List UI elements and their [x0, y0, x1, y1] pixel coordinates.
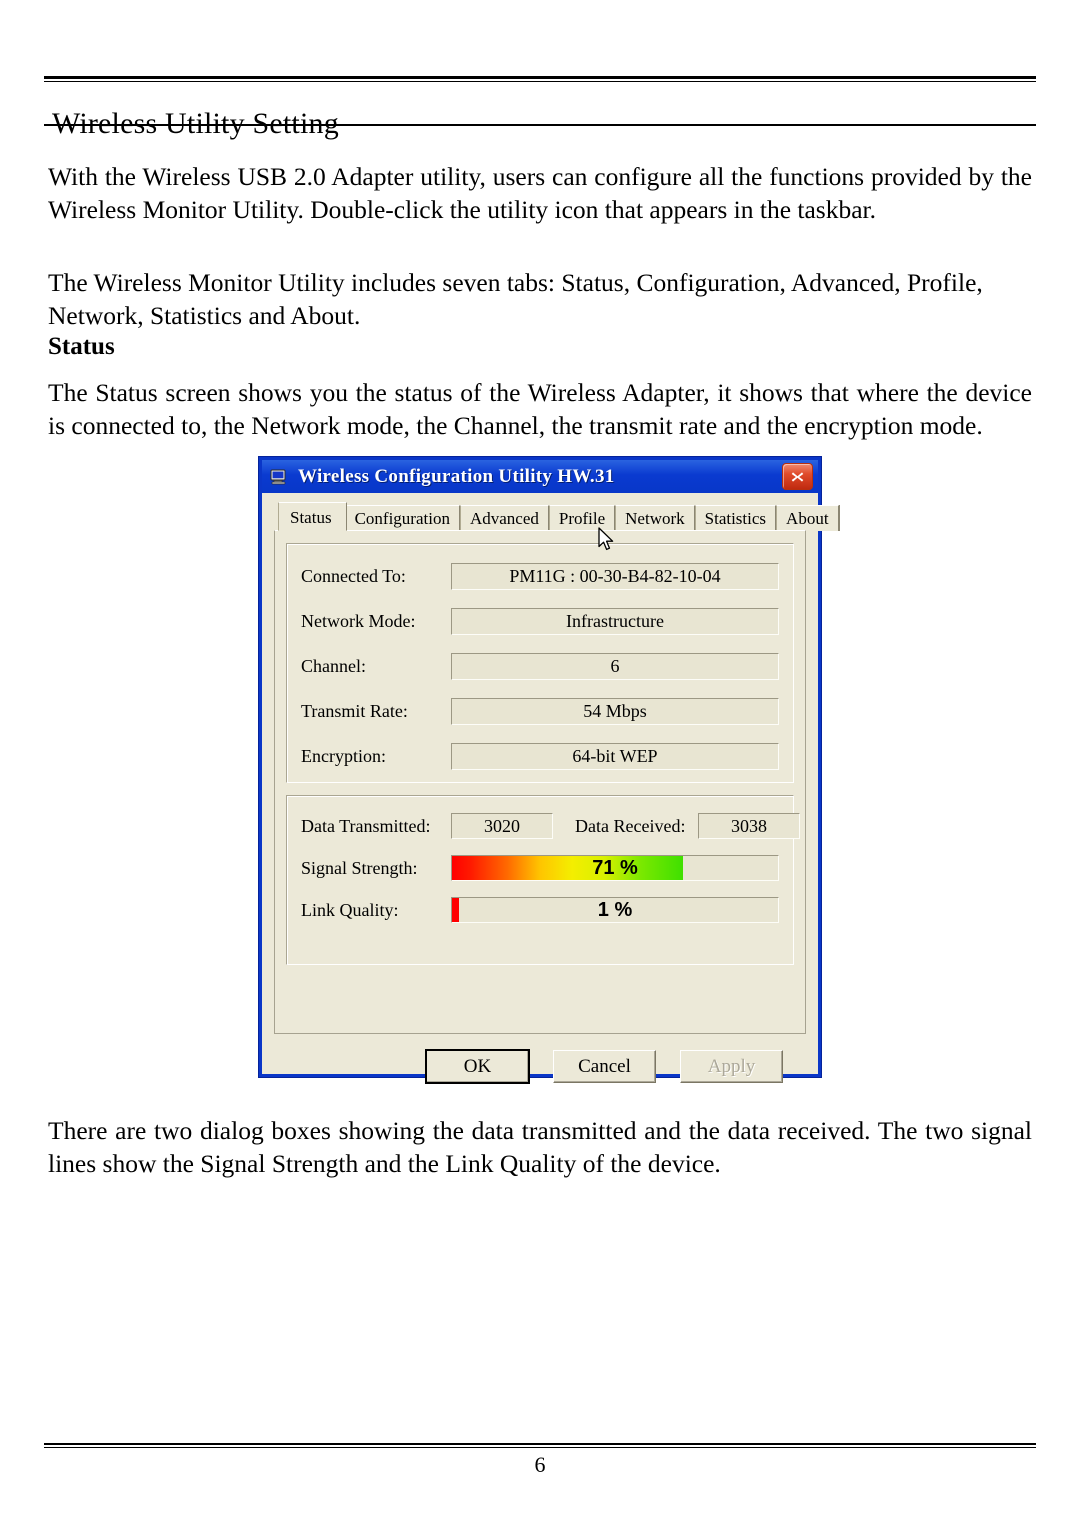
window-title: Wireless Configuration Utility HW.31 — [298, 465, 615, 487]
tab-network[interactable]: Network — [615, 505, 695, 531]
signal-strength-meter: 71 % — [451, 855, 779, 881]
connection-info-group: Connected To: PM11G : 00-30-B4-82-10-04 … — [286, 543, 794, 783]
data-counters-row: Data Transmitted: 3020 Data Received: 30… — [301, 810, 800, 842]
tab-profile[interactable]: Profile — [548, 505, 616, 531]
signal-strength-row: Signal Strength: 71 % — [301, 852, 779, 884]
tab-advanced[interactable]: Advanced — [459, 505, 549, 531]
window-titlebar[interactable]: Wireless Configuration Utility HW.31 — [262, 460, 818, 493]
signal-strength-text: 71 % — [592, 856, 638, 879]
window-client-area: Status Configuration Advanced Profile Ne… — [262, 493, 840, 1084]
dialog-button-row: OK Cancel Apply — [275, 1049, 805, 1084]
data-transmitted-label: Data Transmitted: — [301, 815, 431, 836]
document-page: Wireless Utility Setting With the Wirele… — [0, 0, 1080, 1528]
status-tab-panel: Connected To: PM11G : 00-30-B4-82-10-04 … — [274, 530, 806, 1084]
apply-button: Apply — [680, 1050, 783, 1083]
tabstrip-filler — [838, 505, 840, 531]
section-heading-status: Status — [48, 332, 115, 360]
field-row-transmit-rate: Transmit Rate: 54 Mbps — [301, 693, 779, 729]
transmit-rate-label: Transmit Rate: — [301, 700, 408, 721]
data-transmitted-value: 3020 — [451, 813, 553, 839]
footer-rule — [44, 1443, 1036, 1448]
title-bottom-rule — [44, 124, 1036, 126]
tab-statistics[interactable]: Statistics — [694, 505, 777, 531]
paragraph-dialog-description: There are two dialog boxes showing the d… — [48, 1115, 1032, 1179]
window-inner-frame: Wireless Configuration Utility HW.31 Sta… — [262, 460, 840, 1084]
network-mode-label: Network Mode: — [301, 610, 416, 631]
tab-network-label: Network — [625, 509, 685, 528]
tab-profile-label: Profile — [558, 509, 606, 528]
data-received-value: 3038 — [698, 813, 800, 839]
title-top-rule — [44, 76, 1036, 82]
link-quality-text: 1 % — [597, 898, 633, 921]
computer-icon — [270, 469, 288, 485]
tab-status-label: Status — [290, 508, 332, 527]
field-row-network-mode: Network Mode: Infrastructure — [301, 603, 779, 639]
page-number: 6 — [534, 1452, 546, 1477]
network-mode-value: Infrastructure — [451, 607, 779, 635]
cancel-button[interactable]: Cancel — [553, 1050, 656, 1083]
paragraph-status-description: The Status screen shows you the status o… — [48, 377, 1032, 441]
paragraph-tabs: The Wireless Monitor Utility includes se… — [48, 267, 983, 331]
close-icon[interactable] — [782, 463, 813, 490]
connected-to-value: PM11G : 00-30-B4-82-10-04 — [451, 562, 779, 590]
tab-configuration[interactable]: Configuration — [344, 505, 460, 531]
tab-status[interactable]: Status — [278, 502, 347, 531]
channel-value: 6 — [451, 652, 779, 680]
tab-about[interactable]: About — [776, 505, 839, 531]
tab-advanced-label: Advanced — [469, 509, 539, 528]
wireless-configuration-utility-window: Wireless Configuration Utility HW.31 Sta… — [258, 456, 840, 1084]
link-quality-meter: 1 % — [451, 897, 779, 923]
link-quality-label: Link Quality: — [301, 899, 399, 920]
statistics-group: Data Transmitted: 3020 Data Received: 30… — [286, 795, 800, 965]
paragraph-intro: With the Wireless USB 2.0 Adapter utilit… — [48, 161, 1032, 225]
transmit-rate-value: 54 Mbps — [451, 697, 779, 725]
ok-button[interactable]: OK — [425, 1049, 530, 1084]
field-row-connected-to: Connected To: PM11G : 00-30-B4-82-10-04 — [301, 558, 779, 594]
tab-statistics-label: Statistics — [704, 509, 767, 528]
tab-configuration-label: Configuration — [354, 509, 450, 528]
tabstrip: Status Configuration Advanced Profile Ne… — [274, 502, 840, 531]
connected-to-label: Connected To: — [301, 565, 406, 586]
tab-about-label: About — [786, 509, 829, 528]
field-row-encryption: Encryption: 64-bit WEP — [301, 738, 779, 774]
field-row-channel: Channel: 6 — [301, 648, 779, 684]
data-received-label: Data Received: — [575, 815, 686, 836]
encryption-label: Encryption: — [301, 745, 386, 766]
encryption-value: 64-bit WEP — [451, 742, 779, 770]
link-quality-row: Link Quality: 1 % — [301, 894, 779, 926]
signal-strength-label: Signal Strength: — [301, 857, 418, 878]
channel-label: Channel: — [301, 655, 366, 676]
